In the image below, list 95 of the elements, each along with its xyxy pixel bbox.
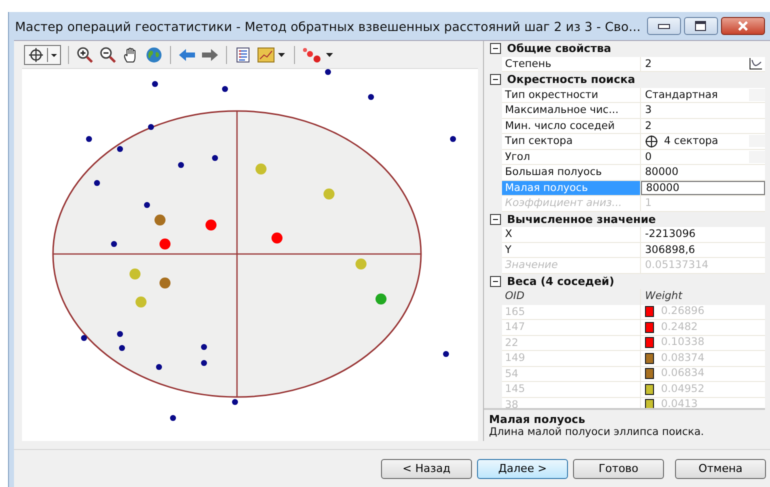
- table-cell: 149: [502, 351, 641, 366]
- property-value[interactable]: 80000: [645, 166, 678, 178]
- crosshair-icon: [28, 46, 44, 62]
- section-title: Окрестность поиска: [507, 73, 636, 86]
- property-label[interactable]: Максимальное чис...: [502, 103, 641, 118]
- data-point: [152, 81, 158, 87]
- collapse-icon[interactable]: [490, 214, 501, 225]
- minimize-button[interactable]: [646, 17, 681, 35]
- section-title: Общие свойства: [507, 42, 612, 56]
- property-label[interactable]: Мин. число соседей: [502, 118, 641, 133]
- data-point: [117, 146, 123, 152]
- data-point: [119, 345, 125, 351]
- collapse-icon[interactable]: [490, 43, 501, 54]
- description-title: Малая полуось: [489, 413, 586, 426]
- property-value[interactable]: 3: [645, 104, 652, 116]
- data-point: [81, 335, 87, 341]
- data-point: [178, 162, 184, 168]
- data-point: [325, 69, 331, 75]
- data-point: [94, 180, 100, 186]
- close-icon: [736, 21, 749, 31]
- wizard-button[interactable]: Далее >: [477, 458, 568, 478]
- property-label[interactable]: Y: [502, 242, 641, 257]
- property-label[interactable]: Тип окрестности: [502, 88, 641, 102]
- data-point: [170, 415, 176, 421]
- graph-icon[interactable]: [749, 57, 763, 70]
- data-point: [130, 268, 140, 280]
- zoom-out-icon[interactable]: [99, 46, 117, 64]
- data-point: [443, 351, 449, 357]
- table-cell: 145: [502, 382, 641, 396]
- property-value[interactable]: Стандартная: [645, 88, 718, 101]
- property-label[interactable]: X: [502, 227, 641, 242]
- data-point: [450, 136, 456, 142]
- wizard-button[interactable]: < Назад: [381, 458, 472, 478]
- points-menu-icon[interactable]: [302, 46, 336, 64]
- section-title: Веса (4 соседей): [507, 274, 614, 288]
- data-point: [144, 202, 150, 208]
- property-label[interactable]: Тип сектора: [502, 134, 641, 148]
- data-point: [212, 155, 218, 161]
- property-value[interactable]: 2: [645, 58, 652, 70]
- table-cell: 0.10338: [661, 335, 704, 350]
- data-point: [148, 124, 154, 130]
- data-point: [272, 232, 282, 244]
- table-cell: 0.06834: [661, 366, 704, 382]
- data-point: [324, 188, 334, 200]
- property-value[interactable]: -2213096: [645, 228, 696, 240]
- table-cell: 147: [502, 320, 641, 334]
- data-point: [160, 278, 170, 288]
- data-point: [256, 164, 266, 174]
- data-point: [154, 214, 166, 226]
- table-cell: 0.2482: [661, 320, 698, 335]
- crosshair-icon: [645, 134, 658, 148]
- property-value[interactable]: 4 сектора: [664, 135, 718, 148]
- property-value[interactable]: 0: [645, 150, 652, 163]
- table-cell: 22: [502, 336, 641, 350]
- data-point: [136, 296, 146, 308]
- close-button[interactable]: [720, 17, 765, 35]
- property-label[interactable]: Степень: [502, 56, 641, 71]
- property-value[interactable]: 306898,6: [645, 244, 696, 256]
- table-cell: 0.0413: [661, 397, 698, 408]
- globe-icon[interactable]: [145, 46, 163, 64]
- column-header: Weight: [644, 289, 684, 304]
- wizard-button[interactable]: Отмена: [675, 458, 766, 478]
- caret-icon[interactable]: [47, 48, 60, 62]
- maximize-button[interactable]: [684, 17, 718, 35]
- data-point: [222, 86, 228, 92]
- wizard-button[interactable]: Готово: [573, 458, 664, 478]
- table-cell: 54: [502, 366, 641, 381]
- data-point: [160, 238, 170, 250]
- collapse-icon[interactable]: [490, 276, 501, 287]
- table-cell: 0.26896: [661, 304, 704, 320]
- table-cell: 0.04952: [661, 382, 704, 397]
- section-title: Вычисленное значение: [507, 212, 656, 226]
- data-point: [117, 331, 123, 337]
- data-point: [356, 258, 366, 270]
- property-label[interactable]: Большая полуось: [502, 165, 641, 180]
- table-cell: 165: [502, 304, 641, 319]
- collapse-icon[interactable]: [490, 74, 501, 86]
- data-point: [232, 399, 238, 405]
- data-point: [201, 360, 207, 366]
- data-point: [86, 136, 92, 142]
- zoom-in-icon[interactable]: [76, 46, 94, 64]
- data-point: [368, 94, 374, 100]
- description-text: Длина малой полуоси эллипса поиска.: [489, 426, 706, 438]
- data-point: [156, 364, 162, 370]
- property-value[interactable]: 2: [645, 120, 652, 132]
- window-title: Мастер операций геостатистики - Метод обратных взвешенных расстояний шаг 2 из 3 - Сво...: [15, 18, 641, 34]
- table-cell: 0.08374: [661, 350, 704, 366]
- data-point: [376, 294, 386, 304]
- table-icon[interactable]: [234, 46, 252, 64]
- property-label[interactable]: Угол: [502, 150, 641, 164]
- data-point: [206, 220, 216, 230]
- chart-menu-icon[interactable]: [257, 46, 287, 64]
- select-tool-button[interactable]: [24, 44, 61, 64]
- data-point: [111, 241, 117, 247]
- data-point: [201, 344, 207, 350]
